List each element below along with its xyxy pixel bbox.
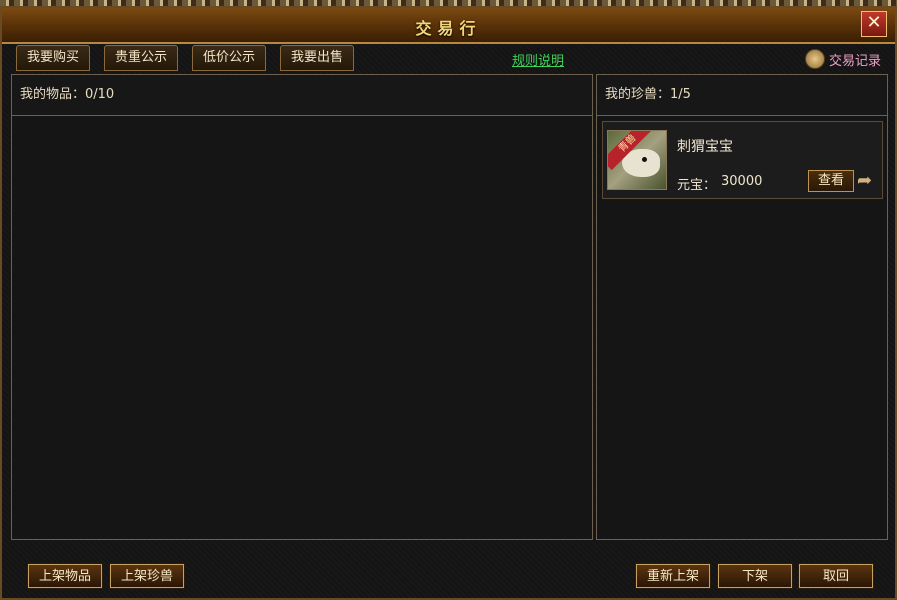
beast-price-label: 元宝：	[677, 178, 717, 193]
hedgehog-eye	[642, 157, 647, 162]
trade-log-button[interactable]: 交易记录	[804, 48, 881, 70]
trade-window: 交易行 ✕ 我要购买 贵重公示 低价公示 我要出售 规则说明 交易记录 我的物品…	[0, 6, 897, 600]
my-beasts-panel: 我的珍兽：1/5 青兽 刺猬宝宝 元宝： 30000 查看 ➦	[596, 74, 888, 540]
my-items-header: 我的物品：0/10	[12, 75, 592, 116]
beast-card[interactable]: 青兽 刺猬宝宝 元宝： 30000 查看 ➦	[602, 121, 883, 199]
tab-valuable-notice[interactable]: 贵重公示	[104, 45, 179, 71]
list-beast-button[interactable]: 上架珍兽	[110, 564, 184, 588]
my-beasts-header: 我的珍兽：1/5	[597, 75, 887, 116]
close-icon: ✕	[866, 12, 882, 33]
window-title: 交易行	[415, 19, 482, 38]
view-button[interactable]: 查看	[808, 170, 854, 192]
my-items-panel: 我的物品：0/10	[11, 74, 593, 540]
beast-name: 刺猬宝宝	[677, 139, 733, 155]
relist-button[interactable]: 重新上架	[636, 564, 710, 588]
scroll-icon	[804, 49, 825, 69]
beast-price-value: 30000	[721, 174, 763, 189]
tab-buy[interactable]: 我要购买	[16, 45, 91, 71]
share-arrow-icon[interactable]: ➦	[857, 170, 881, 192]
close-button[interactable]: ✕	[861, 11, 887, 37]
delist-button[interactable]: 下架	[718, 564, 792, 588]
hedgehog-icon: 青兽	[607, 130, 667, 190]
title-bar: 交易行 ✕	[2, 8, 895, 44]
rules-link[interactable]: 规则说明	[512, 50, 564, 69]
trade-log-label: 交易记录	[828, 53, 881, 69]
tab-sell[interactable]: 我要出售	[280, 45, 355, 71]
tab-lowprice-notice[interactable]: 低价公示	[192, 45, 267, 71]
list-item-button[interactable]: 上架物品	[28, 564, 102, 588]
retrieve-button[interactable]: 取回	[799, 564, 873, 588]
